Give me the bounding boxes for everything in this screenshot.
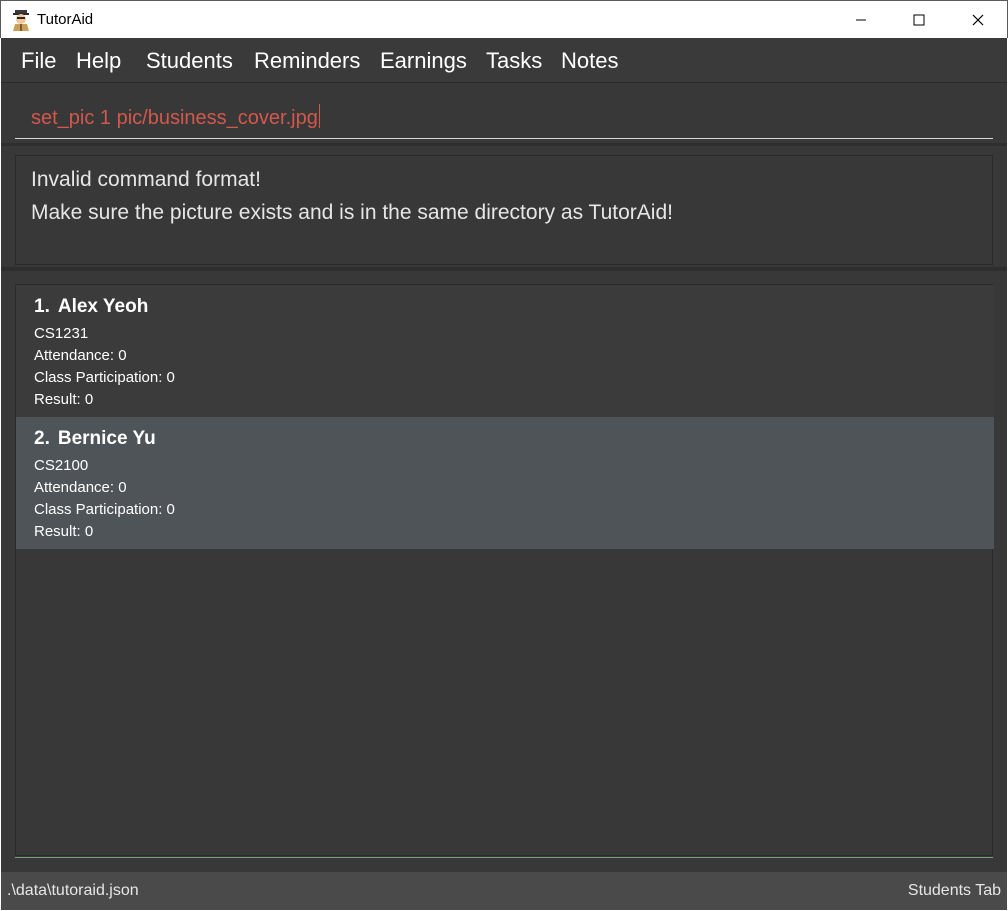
menu-tasks[interactable]: Tasks (486, 48, 542, 74)
student-index: 1. (34, 296, 50, 317)
divider-line (15, 857, 993, 858)
student-participation: Class Participation: 0 (34, 369, 175, 386)
student-participation: Class Participation: 0 (34, 501, 175, 518)
close-icon (972, 14, 984, 26)
command-text: set_pic 1 pic/business_cover.jpg (31, 107, 318, 129)
tutoraid-app-icon (11, 9, 31, 31)
result-message-line: Invalid command format! (31, 168, 261, 191)
maximize-icon (913, 14, 925, 26)
minimize-icon (856, 19, 866, 21)
window-title: TutorAid (37, 11, 94, 28)
menu-earnings[interactable]: Earnings (380, 48, 467, 74)
student-result: Result: 0 (34, 523, 94, 540)
student-index: 2. (34, 428, 50, 449)
menu-notes[interactable]: Notes (561, 48, 618, 74)
student-attendance: Attendance: 0 (34, 479, 127, 496)
result-display-area: Invalid command format! Make sure the pi… (1, 149, 1007, 271)
result-display: Invalid command format! Make sure the pi… (15, 155, 993, 265)
menu-bar: File Help Students Reminders Earnings Ta… (1, 38, 1007, 83)
student-card[interactable]: 1. Alex Yeoh CS1231 Attendance: 0 Class P… (16, 285, 994, 417)
status-bar: .\data\tutoraid.json Students Tab (1, 872, 1007, 910)
student-name-row: 2. Bernice Yu (34, 428, 156, 450)
student-attendance: Attendance: 0 (34, 347, 127, 364)
command-box-area: set_pic 1 pic/business_cover.jpg (1, 84, 1007, 146)
student-name-row: 1. Alex Yeoh (34, 296, 148, 318)
result-message-line: Make sure the picture exists and is in t… (31, 201, 673, 224)
close-button[interactable] (949, 1, 1007, 39)
student-name: Alex Yeoh (57, 296, 149, 317)
menu-help[interactable]: Help (76, 48, 121, 74)
data-file-path: .\data\tutoraid.json (7, 882, 139, 899)
student-list[interactable]: 1. Alex Yeoh CS1231 Attendance: 0 Class P… (15, 284, 994, 856)
student-module: CS2100 (34, 457, 89, 474)
student-name: Bernice Yu (57, 428, 156, 449)
student-card-selected[interactable]: 2. Bernice Yu CS2100 Attendance: 0 Class … (16, 417, 994, 549)
current-tab-label: Students Tab (907, 882, 1001, 899)
student-result: Result: 0 (34, 391, 94, 408)
text-caret (318, 104, 320, 128)
minimize-button[interactable] (832, 1, 890, 39)
command-input[interactable]: set_pic 1 pic/business_cover.jpg (15, 94, 993, 139)
maximize-button[interactable] (890, 1, 948, 39)
menu-reminders[interactable]: Reminders (254, 48, 360, 74)
menu-students[interactable]: Students (146, 48, 233, 74)
window-title-bar: TutorAid (0, 0, 1008, 38)
app-body: File Help Students Reminders Earnings Ta… (1, 38, 1007, 910)
student-module: CS1231 (34, 325, 89, 342)
menu-file[interactable]: File (21, 48, 56, 74)
